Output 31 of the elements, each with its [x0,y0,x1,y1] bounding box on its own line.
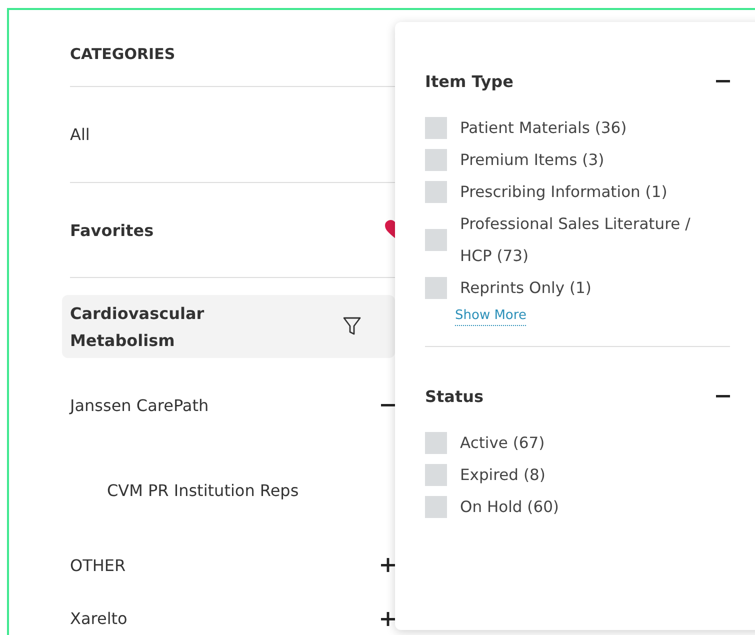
heart-icon[interactable] [385,220,395,240]
expand-icon[interactable] [381,612,395,626]
option-label[interactable]: Expired (8) [460,459,546,491]
checkbox[interactable] [425,432,447,454]
option-label[interactable]: Active (67) [460,427,545,459]
expand-icon[interactable] [381,558,395,572]
category-label: Cardiovascular Metabolism [70,302,204,352]
category-item[interactable]: Cardiovascular Metabolism [62,295,395,358]
section-heading[interactable]: Item Type [425,72,514,90]
show-more-link[interactable]: Show More [455,307,526,326]
option-label[interactable]: Prescribing Information (1) [460,176,668,208]
checkbox[interactable] [425,496,447,518]
checkbox[interactable] [425,277,447,299]
category-item[interactable]: Favorites [70,220,154,240]
checkbox[interactable] [425,181,447,203]
subcategory-item[interactable]: CVM PR Institution Reps [107,480,299,500]
checkbox[interactable] [425,117,447,139]
option-label[interactable]: Professional Sales Literature / HCP (73) [460,208,710,272]
option-label[interactable]: Reprints Only (1) [460,272,592,304]
option-label[interactable]: On Hold (60) [460,491,559,523]
categories-heading: CATEGORIES [70,45,176,63]
category-item[interactable]: OTHER [70,556,126,574]
option-label[interactable]: Patient Materials (36) [460,112,627,144]
checkbox[interactable] [425,149,447,171]
section-heading[interactable]: Status [425,386,484,406]
checkbox[interactable] [425,464,447,486]
category-item[interactable]: Xarelto [70,609,128,628]
checkbox[interactable] [425,229,447,251]
filter-icon[interactable] [343,317,361,336]
option-label[interactable]: Premium Items (3) [460,144,604,176]
category-item[interactable]: Janssen CarePath [70,396,209,414]
